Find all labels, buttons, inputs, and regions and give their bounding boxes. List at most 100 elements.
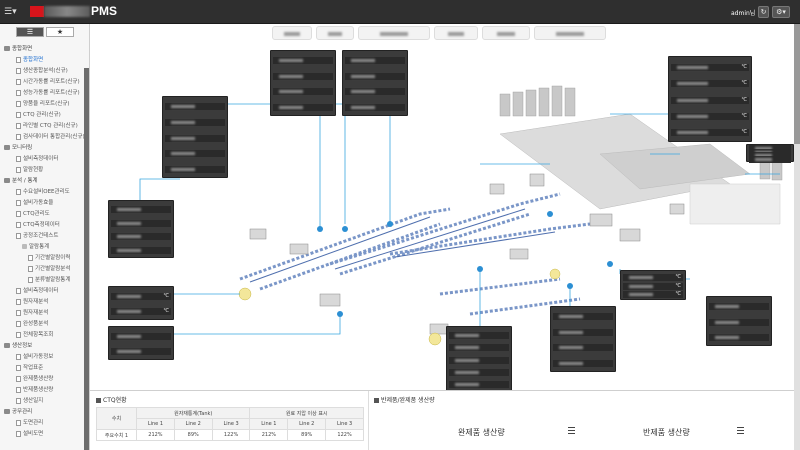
menu-item[interactable]: 성능가동률 리포트(신규) xyxy=(4,88,86,99)
menu-item[interactable]: 설비가동정보 xyxy=(4,352,86,363)
menu-group[interactable]: 분석 / 통계 xyxy=(4,176,86,187)
sensor-row xyxy=(165,150,225,158)
menu-item-label: 시간가동률 리포트(신규) xyxy=(23,79,80,85)
sensor-panel[interactable] xyxy=(342,50,408,116)
sensor-panel[interactable] xyxy=(706,296,772,346)
page-icon xyxy=(28,276,33,283)
menu-item[interactable]: 알람통계 xyxy=(4,242,86,253)
sensor-row xyxy=(273,103,333,111)
menu-item[interactable]: 전체항목조회 xyxy=(4,330,86,341)
menu-item[interactable]: 설비측정데이터 xyxy=(4,286,86,297)
menu-item[interactable]: 원자재분석 xyxy=(4,297,86,308)
sensor-panel[interactable] xyxy=(270,50,336,116)
sensor-row xyxy=(111,233,171,241)
menu-item[interactable]: 완성품분석 xyxy=(4,319,86,330)
page-icon xyxy=(16,419,21,426)
user-name: admin님 xyxy=(731,10,756,17)
page-icon xyxy=(16,210,21,217)
menu-icon[interactable] xyxy=(568,427,575,434)
menu-item[interactable]: 반제품생산량 xyxy=(4,385,86,396)
sensor-row: ℃ xyxy=(671,96,749,104)
menu-item[interactable]: CTQ관리도 xyxy=(4,209,86,220)
menu-tree: 종합화면 종합화면 생산종합분석(신규) 시간가동률 리포트(신규) 성능가동률 리포트… xyxy=(4,44,86,440)
menu-icon[interactable] xyxy=(737,427,744,434)
menu-item-label: 완성품분석 xyxy=(23,321,49,327)
table-cell: 212% xyxy=(136,429,175,441)
menu-item-label: 전체항목조회 xyxy=(23,332,54,338)
menu-item-label: 종합화면 xyxy=(23,57,44,63)
sensor-row: ℃ xyxy=(623,282,683,290)
sensor-panel[interactable] xyxy=(446,326,512,390)
menu-item[interactable]: 설비가동효율 xyxy=(4,198,86,209)
menu-item-label: 양품율 리포트(신규) xyxy=(23,101,70,107)
menu-item[interactable]: 공정조건테스트 xyxy=(4,231,86,242)
unit-label: ℃ xyxy=(163,293,169,299)
unit-label: ℃ xyxy=(163,308,169,314)
sensor-panel[interactable]: ℃ ℃ ℃ xyxy=(620,270,686,300)
page-icon xyxy=(16,221,21,228)
menu-item[interactable]: 생산종합분석(신규) xyxy=(4,66,86,77)
menu-item[interactable]: 도면관리 xyxy=(4,418,86,429)
menu-item[interactable]: 검사데이터 통합관리(신규) xyxy=(4,132,86,143)
menu-item[interactable]: 생산일지 xyxy=(4,396,86,407)
menu-item-label: 설비측정데이터 xyxy=(23,156,59,162)
menu-item[interactable]: 기간별알람분석 xyxy=(4,264,86,275)
sensor-panel[interactable] xyxy=(108,326,174,360)
menu-item-label: 반제품생산량 xyxy=(23,387,54,393)
menu-item[interactable]: 수요설비OEE관리도 xyxy=(4,187,86,198)
panel-icon xyxy=(96,398,101,403)
sensor-panel[interactable] xyxy=(550,306,616,372)
menu-item[interactable]: 종합화면 xyxy=(4,55,86,66)
page-icon xyxy=(16,166,21,173)
sensor-row xyxy=(553,313,613,321)
menu-item-label: 라인별 CTQ 관리(신규) xyxy=(23,123,78,129)
menu-item-label: 기간별알람분석 xyxy=(35,266,71,272)
menu-item[interactable]: 분류별알람통계 xyxy=(4,275,86,286)
menu-item-label: 공무관리 xyxy=(12,409,33,415)
refresh-icon[interactable]: ↻ xyxy=(758,6,769,18)
menu-item[interactable]: CTQ측정데이터 xyxy=(4,220,86,231)
menu-group[interactable]: 모니터링 xyxy=(4,143,86,154)
sensor-panel[interactable] xyxy=(746,144,794,163)
menu-item-label: 생산종합분석(신규) xyxy=(23,68,68,74)
sidebar-tab-favorites[interactable]: ★ xyxy=(46,27,74,37)
sensor-panel[interactable]: ℃ ℃ ℃ ℃ ℃ xyxy=(668,56,752,142)
list-icon[interactable]: ☰▾ xyxy=(4,6,24,18)
sensor-row xyxy=(449,381,509,389)
sidebar-tab-menu[interactable]: ☰ xyxy=(16,27,44,37)
menu-item[interactable]: 설비도면 xyxy=(4,429,86,440)
table-header: Line 2 xyxy=(287,418,327,430)
app-title: PMS xyxy=(91,4,118,18)
page-icon xyxy=(16,397,21,404)
sensor-panel[interactable]: ℃ ℃ xyxy=(108,286,174,320)
unit-label: ℃ xyxy=(741,63,747,70)
menu-item[interactable]: 알람현황 xyxy=(4,165,86,176)
menu-group[interactable]: 공무관리 xyxy=(4,407,86,418)
menu-item[interactable]: 기간별알람이력 xyxy=(4,253,86,264)
semi-finished-label: 반제품 생산량 xyxy=(643,428,690,437)
main-scrollbar[interactable] xyxy=(794,24,800,450)
sensor-row xyxy=(449,344,509,352)
sensor-panel[interactable] xyxy=(108,200,174,258)
menu-item[interactable]: 라인별 CTQ 관리(신규) xyxy=(4,121,86,132)
menu-item-label: 원자재분석 xyxy=(23,299,49,305)
menu-item[interactable]: 작업표준 xyxy=(4,363,86,374)
menu-group[interactable]: 생산정보 xyxy=(4,341,86,352)
menu-item[interactable]: 설비측정데이터 xyxy=(4,154,86,165)
menu-item-label: 설비측정데이터 xyxy=(23,288,59,294)
menu-item-label: CTQ 관리(신규) xyxy=(23,112,61,118)
menu-item[interactable]: 시간가동률 리포트(신규) xyxy=(4,77,86,88)
menu-item[interactable]: CTQ 관리(신규) xyxy=(4,110,86,121)
table-header: 원료 지압 이상 표시 xyxy=(249,407,364,419)
menu-item-label: 기간별알람이력 xyxy=(35,255,71,261)
menu-item[interactable]: 양품율 리포트(신규) xyxy=(4,99,86,110)
sensor-row xyxy=(345,88,405,96)
sensor-panel[interactable] xyxy=(162,96,228,178)
table-header: Line 1 xyxy=(249,418,289,430)
menu-group[interactable]: 종합화면 xyxy=(4,44,86,55)
menu-item[interactable]: 원자재분석 xyxy=(4,308,86,319)
gear-icon[interactable]: ⚙▾ xyxy=(772,6,790,18)
ctq-title: CTQ현황 xyxy=(96,395,127,404)
menu-item-label: 알람현황 xyxy=(23,167,44,173)
menu-item[interactable]: 완제품생산량 xyxy=(4,374,86,385)
